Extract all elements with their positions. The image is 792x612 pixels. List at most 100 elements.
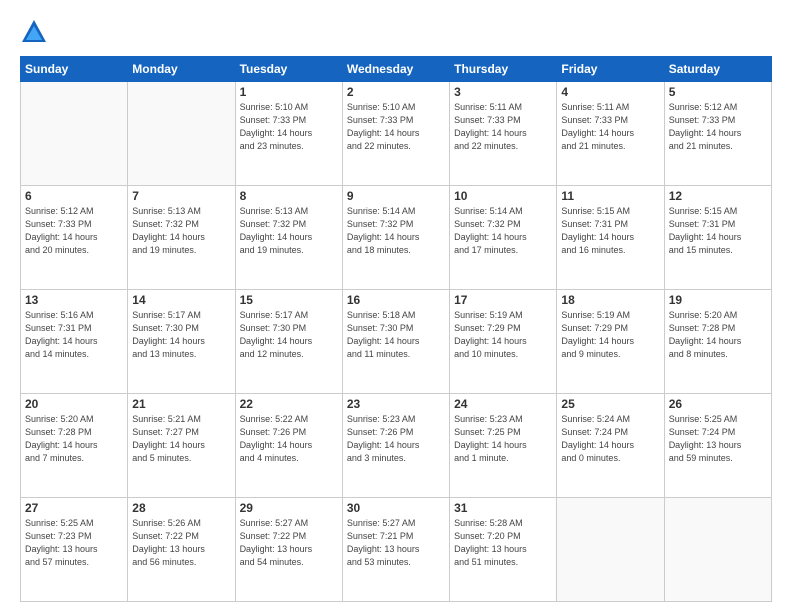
calendar-cell: 27Sunrise: 5:25 AM Sunset: 7:23 PM Dayli… — [21, 498, 128, 602]
day-info: Sunrise: 5:10 AM Sunset: 7:33 PM Dayligh… — [347, 101, 445, 153]
day-info: Sunrise: 5:21 AM Sunset: 7:27 PM Dayligh… — [132, 413, 230, 465]
day-info: Sunrise: 5:15 AM Sunset: 7:31 PM Dayligh… — [561, 205, 659, 257]
calendar-cell: 26 Sunrise: 5:25 AM Sunset: 7:24 PM Dayli… — [664, 394, 771, 498]
calendar-cell — [557, 498, 664, 602]
day-info: Sunrise: 5:16 AM Sunset: 7:31 PM Dayligh… — [25, 309, 123, 361]
day-number: 8 — [240, 189, 338, 203]
day-number: 28 — [132, 501, 230, 515]
day-number: 14 — [132, 293, 230, 307]
day-number: 5 — [669, 85, 767, 99]
calendar-cell: 11 Sunrise: 5:15 AM Sunset: 7:31 PM Dayli… — [557, 186, 664, 290]
day-info: Sunrise: 5:15 AM Sunset: 7:31 PM Dayligh… — [669, 205, 767, 257]
day-info: Sunrise: 5:20 AM Sunset: 7:28 PM Dayligh… — [669, 309, 767, 361]
day-info: Sunrise: 5:14 AM Sunset: 7:32 PM Dayligh… — [347, 205, 445, 257]
calendar-cell: 9 Sunrise: 5:14 AM Sunset: 7:32 PM Daylig… — [342, 186, 449, 290]
day-info: Sunrise: 5:23 AM Sunset: 7:25 PM Dayligh… — [454, 413, 552, 465]
calendar-cell — [664, 498, 771, 602]
day-info: Sunrise: 5:13 AM Sunset: 7:32 PM Dayligh… — [240, 205, 338, 257]
day-info: Sunrise: 5:27 AM Sunset: 7:21 PM Dayligh… — [347, 517, 445, 569]
day-number: 3 — [454, 85, 552, 99]
calendar-body: 1 Sunrise: 5:10 AM Sunset: 7:33 PM Daylig… — [21, 82, 772, 602]
calendar-cell: 24 Sunrise: 5:23 AM Sunset: 7:25 PM Dayli… — [450, 394, 557, 498]
calendar-cell: 7 Sunrise: 5:13 AM Sunset: 7:32 PM Daylig… — [128, 186, 235, 290]
calendar-cell: 1Sunrise: 5:10 AM Sunset: 7:33 PM Daylig… — [235, 82, 342, 186]
calendar-cell: 21 Sunrise: 5:21 AM Sunset: 7:27 PM Dayli… — [128, 394, 235, 498]
calendar-cell: 31Sunrise: 5:28 AM Sunset: 7:20 PM Dayli… — [450, 498, 557, 602]
page: SundayMondayTuesdayWednesdayThursdayFrid… — [0, 0, 792, 612]
calendar-cell: 8 Sunrise: 5:13 AM Sunset: 7:32 PM Daylig… — [235, 186, 342, 290]
day-info: Sunrise: 5:17 AM Sunset: 7:30 PM Dayligh… — [132, 309, 230, 361]
calendar-week-row: 6 Sunrise: 5:12 AM Sunset: 7:33 PM Daylig… — [21, 186, 772, 290]
calendar-week-row: 27Sunrise: 5:25 AM Sunset: 7:23 PM Dayli… — [21, 498, 772, 602]
day-info: Sunrise: 5:12 AM Sunset: 7:33 PM Dayligh… — [669, 101, 767, 153]
calendar-cell: 29 Sunrise: 5:27 AM Sunset: 7:22 PM Dayli… — [235, 498, 342, 602]
weekday-header-cell: Thursday — [450, 57, 557, 82]
header — [20, 18, 772, 46]
day-number: 6 — [25, 189, 123, 203]
day-number: 1 — [240, 85, 338, 99]
day-info: Sunrise: 5:12 AM Sunset: 7:33 PM Dayligh… — [25, 205, 123, 257]
calendar-cell — [128, 82, 235, 186]
day-number: 17 — [454, 293, 552, 307]
calendar-cell: 12 Sunrise: 5:15 AM Sunset: 7:31 PM Dayli… — [664, 186, 771, 290]
calendar-cell: 2 Sunrise: 5:10 AM Sunset: 7:33 PM Daylig… — [342, 82, 449, 186]
day-number: 16 — [347, 293, 445, 307]
day-info: Sunrise: 5:13 AM Sunset: 7:32 PM Dayligh… — [132, 205, 230, 257]
calendar-week-row: 1 Sunrise: 5:10 AM Sunset: 7:33 PM Daylig… — [21, 82, 772, 186]
day-number: 9 — [347, 189, 445, 203]
logo — [20, 18, 52, 46]
day-number: 26 — [669, 397, 767, 411]
day-number: 24 — [454, 397, 552, 411]
day-info: Sunrise: 5:19 AM Sunset: 7:29 PM Dayligh… — [561, 309, 659, 361]
day-info: Sunrise: 5:22 AM Sunset: 7:26 PM Dayligh… — [240, 413, 338, 465]
calendar-cell: 16 Sunrise: 5:18 AM Sunset: 7:30 PM Dayli… — [342, 290, 449, 394]
calendar-cell: 17 Sunrise: 5:19 AM Sunset: 7:29 PM Dayli… — [450, 290, 557, 394]
calendar-cell: 19 Sunrise: 5:20 AM Sunset: 7:28 PM Dayli… — [664, 290, 771, 394]
day-number: 7 — [132, 189, 230, 203]
day-info: Sunrise: 5:18 AM Sunset: 7:30 PM Dayligh… — [347, 309, 445, 361]
calendar-cell — [21, 82, 128, 186]
day-number: 15 — [240, 293, 338, 307]
day-number: 13 — [25, 293, 123, 307]
calendar-cell: 14 Sunrise: 5:17 AM Sunset: 7:30 PM Dayli… — [128, 290, 235, 394]
day-number: 11 — [561, 189, 659, 203]
day-info: Sunrise: 5:11 AM Sunset: 7:33 PM Dayligh… — [454, 101, 552, 153]
day-number: 10 — [454, 189, 552, 203]
day-number: 25 — [561, 397, 659, 411]
day-info: Sunrise: 5:17 AM Sunset: 7:30 PM Dayligh… — [240, 309, 338, 361]
calendar-cell: 28 Sunrise: 5:26 AM Sunset: 7:22 PM Dayli… — [128, 498, 235, 602]
day-info: Sunrise: 5:23 AM Sunset: 7:26 PM Dayligh… — [347, 413, 445, 465]
calendar-cell: 22 Sunrise: 5:22 AM Sunset: 7:26 PM Dayli… — [235, 394, 342, 498]
day-info: Sunrise: 5:19 AM Sunset: 7:29 PM Dayligh… — [454, 309, 552, 361]
day-number: 2 — [347, 85, 445, 99]
calendar-cell: 23Sunrise: 5:23 AM Sunset: 7:26 PM Dayli… — [342, 394, 449, 498]
calendar-week-row: 20 Sunrise: 5:20 AM Sunset: 7:28 PM Dayli… — [21, 394, 772, 498]
day-info: Sunrise: 5:25 AM Sunset: 7:23 PM Dayligh… — [25, 517, 123, 569]
day-info: Sunrise: 5:11 AM Sunset: 7:33 PM Dayligh… — [561, 101, 659, 153]
calendar-week-row: 13 Sunrise: 5:16 AM Sunset: 7:31 PM Dayli… — [21, 290, 772, 394]
day-number: 18 — [561, 293, 659, 307]
day-info: Sunrise: 5:28 AM Sunset: 7:20 PM Dayligh… — [454, 517, 552, 569]
day-info: Sunrise: 5:26 AM Sunset: 7:22 PM Dayligh… — [132, 517, 230, 569]
calendar: SundayMondayTuesdayWednesdayThursdayFrid… — [20, 56, 772, 602]
day-number: 21 — [132, 397, 230, 411]
day-number: 19 — [669, 293, 767, 307]
day-number: 20 — [25, 397, 123, 411]
day-number: 29 — [240, 501, 338, 515]
day-info: Sunrise: 5:27 AM Sunset: 7:22 PM Dayligh… — [240, 517, 338, 569]
day-info: Sunrise: 5:24 AM Sunset: 7:24 PM Dayligh… — [561, 413, 659, 465]
day-info: Sunrise: 5:20 AM Sunset: 7:28 PM Dayligh… — [25, 413, 123, 465]
weekday-header-cell: Tuesday — [235, 57, 342, 82]
calendar-cell: 3 Sunrise: 5:11 AM Sunset: 7:33 PM Daylig… — [450, 82, 557, 186]
calendar-cell: 15 Sunrise: 5:17 AM Sunset: 7:30 PM Dayli… — [235, 290, 342, 394]
weekday-header-cell: Sunday — [21, 57, 128, 82]
calendar-cell: 6 Sunrise: 5:12 AM Sunset: 7:33 PM Daylig… — [21, 186, 128, 290]
day-info: Sunrise: 5:25 AM Sunset: 7:24 PM Dayligh… — [669, 413, 767, 465]
weekday-header-cell: Saturday — [664, 57, 771, 82]
calendar-cell: 20 Sunrise: 5:20 AM Sunset: 7:28 PM Dayli… — [21, 394, 128, 498]
day-info: Sunrise: 5:14 AM Sunset: 7:32 PM Dayligh… — [454, 205, 552, 257]
weekday-header-cell: Wednesday — [342, 57, 449, 82]
day-number: 22 — [240, 397, 338, 411]
day-number: 12 — [669, 189, 767, 203]
weekday-header: SundayMondayTuesdayWednesdayThursdayFrid… — [21, 57, 772, 82]
